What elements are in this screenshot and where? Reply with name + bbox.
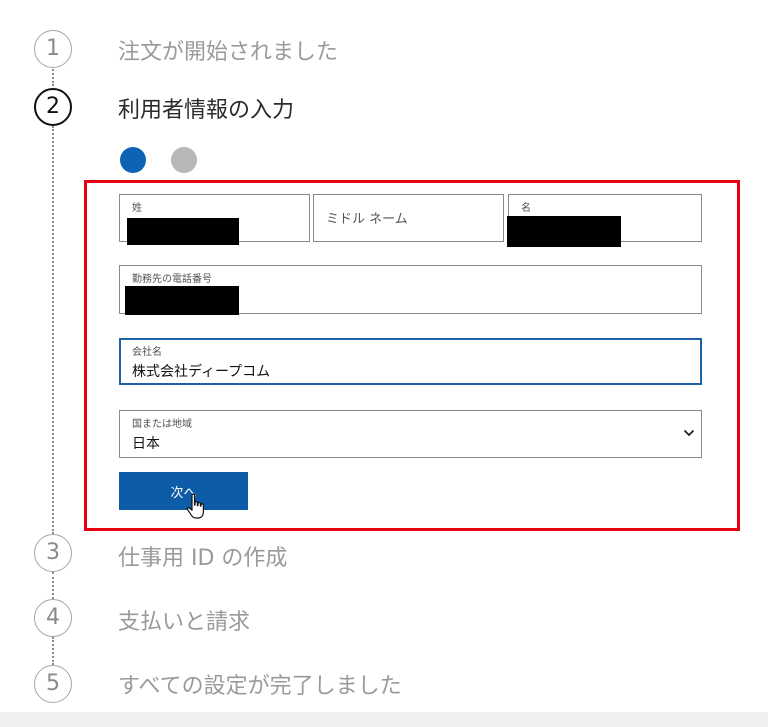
step-3-title: 仕事用 ID の作成 bbox=[118, 546, 288, 571]
step-4-title: 支払いと請求 bbox=[118, 610, 251, 635]
country-region-select[interactable]: 国または地域 日本 bbox=[119, 410, 702, 458]
middle-name-placeholder: ミドル ネーム bbox=[326, 212, 408, 227]
company-name-field[interactable]: 会社名 株式会社ディープコム bbox=[119, 338, 702, 385]
step-connector-1-2 bbox=[52, 66, 54, 86]
first-name-redaction bbox=[507, 216, 621, 247]
last-name-field[interactable]: 姓 bbox=[119, 194, 310, 245]
step-2-title: 利用者情報の入力 bbox=[118, 98, 295, 123]
last-name-redaction bbox=[127, 218, 239, 245]
country-region-value: 日本 bbox=[132, 436, 160, 452]
step-1-number: 1 bbox=[46, 36, 60, 61]
next-button[interactable]: 次へ bbox=[119, 472, 248, 510]
step-3-circle: 3 bbox=[34, 534, 72, 572]
step-connector-3-4 bbox=[52, 572, 54, 599]
work-phone-redaction bbox=[125, 286, 239, 315]
step-3-number: 3 bbox=[46, 540, 60, 565]
substep-dot-inactive bbox=[171, 147, 197, 173]
work-phone-label: 勤務先の電話番号 bbox=[132, 274, 212, 285]
step-2-circle: 2 bbox=[34, 88, 72, 126]
step-connector-2-3 bbox=[52, 126, 54, 534]
first-name-field[interactable]: 名 bbox=[507, 194, 702, 247]
chevron-down-icon[interactable] bbox=[683, 428, 695, 438]
step-4-number: 4 bbox=[46, 605, 60, 630]
last-name-label: 姓 bbox=[132, 203, 142, 214]
country-region-label: 国または地域 bbox=[132, 419, 192, 430]
step-2-number: 2 bbox=[46, 94, 60, 119]
step-1-circle: 1 bbox=[34, 30, 72, 68]
step-connector-4-5 bbox=[52, 637, 54, 665]
step-5-circle: 5 bbox=[34, 665, 72, 703]
substep-dot-active bbox=[120, 147, 146, 173]
first-name-label: 名 bbox=[521, 203, 531, 214]
bottom-band bbox=[0, 712, 768, 727]
company-name-value: 株式会社ディープコム bbox=[132, 364, 271, 380]
work-phone-field[interactable]: 勤務先の電話番号 bbox=[119, 265, 702, 315]
step-4-circle: 4 bbox=[34, 599, 72, 637]
middle-name-field[interactable]: ミドル ネーム bbox=[313, 194, 504, 242]
step-1-title: 注文が開始されました bbox=[118, 40, 339, 65]
step-5-number: 5 bbox=[46, 671, 60, 696]
company-name-label: 会社名 bbox=[132, 347, 162, 358]
hand-pointer-cursor-icon bbox=[186, 493, 204, 519]
step-5-title: すべての設定が完了しました bbox=[118, 674, 402, 699]
